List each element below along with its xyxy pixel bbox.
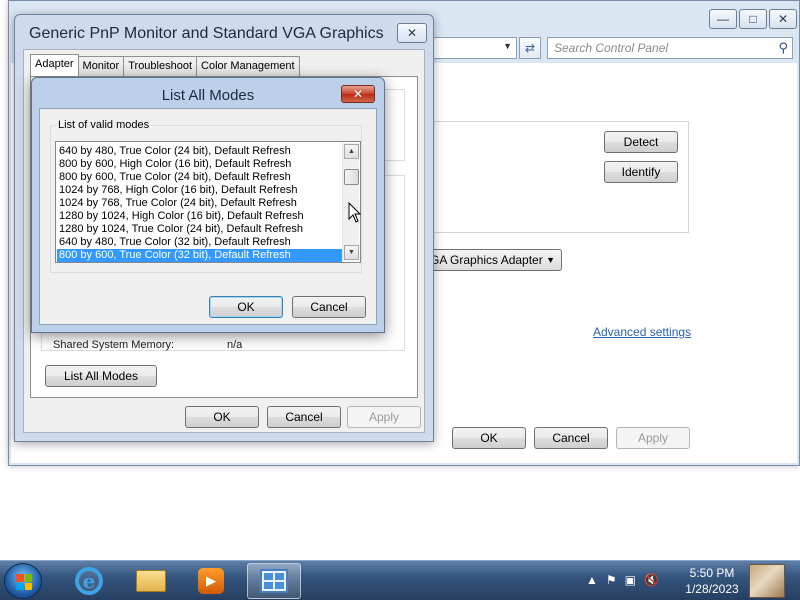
adapter-dropdown-value: GA Graphics Adapter [430,253,543,267]
search-input[interactable]: Search Control Panel ⚲ [547,37,793,59]
refresh-button[interactable]: ⇄ [519,37,541,59]
chevron-down-icon[interactable]: ▼ [503,41,512,51]
properties-apply-button[interactable]: Apply [347,406,421,428]
taskbar-clock[interactable]: 5:50 PM 1/28/2023 [682,565,742,597]
modes-list: 640 by 480, True Color (24 bit), Default… [57,145,342,262]
search-placeholder: Search Control Panel [554,41,669,55]
windows-logo-icon [16,574,32,590]
properties-tabs: Adapter Monitor Troubleshoot Color Manag… [30,54,300,76]
refresh-icon: ⇄ [524,41,536,55]
clock-date: 1/28/2023 [685,582,739,596]
mouse-cursor-icon [348,202,362,223]
list-all-modes-dialog: List All Modes ✕ List of valid modes 640… [31,77,385,333]
close-button[interactable]: ✕ [341,85,375,103]
list-item[interactable]: 1280 by 1024, True Color (24 bit), Defau… [57,223,342,236]
list-item[interactable]: 640 by 480, True Color (32 bit), Default… [57,236,342,249]
control-panel-taskbar-button[interactable] [247,563,301,599]
properties-dialog-title: Generic PnP Monitor and Standard VGA Gra… [29,25,389,42]
internet-explorer-icon: e [75,567,103,595]
notification-area: ▲ ⚑ ▣ 🔇 [586,573,659,587]
list-item[interactable]: 800 by 600, True Color (24 bit), Default… [57,171,342,184]
network-icon[interactable]: ▣ [625,573,636,587]
minimize-button[interactable]: — [709,9,737,29]
close-button[interactable]: ✕ [769,9,797,29]
modes-cancel-button[interactable]: Cancel [292,296,366,318]
ok-button[interactable]: OK [452,427,526,449]
tab-monitor[interactable]: Monitor [77,56,125,76]
volume-muted-icon[interactable]: 🔇 [644,573,659,587]
show-hidden-icons-icon[interactable]: ▲ [586,573,598,587]
tab-adapter[interactable]: Adapter [30,54,79,76]
window-caption-buttons: — □ ✕ [709,9,797,29]
list-all-modes-button[interactable]: List All Modes [45,365,157,387]
scrollbar-thumb[interactable] [344,169,359,185]
windows-explorer-button[interactable] [124,563,178,599]
control-panel-icon [260,569,288,593]
list-item[interactable]: 1024 by 768, High Color (16 bit), Defaul… [57,184,342,197]
tab-troubleshoot[interactable]: Troubleshoot [123,56,198,76]
shared-memory-label: Shared System Memory: [53,339,175,351]
detect-button[interactable]: Detect [604,131,678,153]
scroll-down-button[interactable]: ▼ [344,245,359,260]
list-item[interactable]: 800 by 600, True Color (32 bit), Default… [57,249,342,262]
shared-memory-value: n/a [227,339,243,351]
modes-dialog-title: List All Modes [161,87,255,104]
search-icon[interactable]: ⚲ [778,40,788,56]
clock-time: 5:50 PM [689,566,735,580]
list-item[interactable]: 640 by 480, True Color (24 bit), Default… [57,145,342,158]
scroll-up-button[interactable]: ▲ [344,144,359,159]
close-button[interactable]: ✕ [397,23,427,43]
user-picture-thumbnail[interactable] [749,564,785,598]
advanced-settings-link[interactable]: Advanced settings [593,325,691,339]
start-button[interactable] [4,563,42,599]
chevron-down-icon: ▼ [546,255,555,265]
modes-dialog-body: List of valid modes 640 by 480, True Col… [39,108,377,325]
modes-ok-button[interactable]: OK [209,296,283,318]
valid-modes-label: List of valid modes [56,119,152,131]
properties-cancel-button[interactable]: Cancel [267,406,341,428]
identify-button[interactable]: Identify [604,161,678,183]
media-player-button[interactable]: ▶ [184,563,238,599]
tab-color-management[interactable]: Color Management [196,56,300,76]
list-item[interactable]: 1024 by 768, True Color (24 bit), Defaul… [57,197,342,210]
list-item[interactable]: 1280 by 1024, High Color (16 bit), Defau… [57,210,342,223]
modes-listbox[interactable]: 640 by 480, True Color (24 bit), Default… [55,141,361,263]
media-player-icon: ▶ [198,568,224,594]
cancel-button[interactable]: Cancel [534,427,608,449]
list-item[interactable]: 800 by 600, High Color (16 bit), Default… [57,158,342,171]
internet-explorer-button[interactable]: e [62,563,116,599]
properties-ok-button[interactable]: OK [185,406,259,428]
taskbar: e ▶ ▲ ⚑ ▣ 🔇 5:50 PM 1/28/2023 [0,560,800,600]
maximize-button[interactable]: □ [739,9,767,29]
apply-button[interactable]: Apply [616,427,690,449]
adapter-dropdown[interactable]: GA Graphics Adapter ▼ [421,249,562,271]
action-center-flag-icon[interactable]: ⚑ [606,573,617,587]
windows-explorer-icon [136,570,166,592]
